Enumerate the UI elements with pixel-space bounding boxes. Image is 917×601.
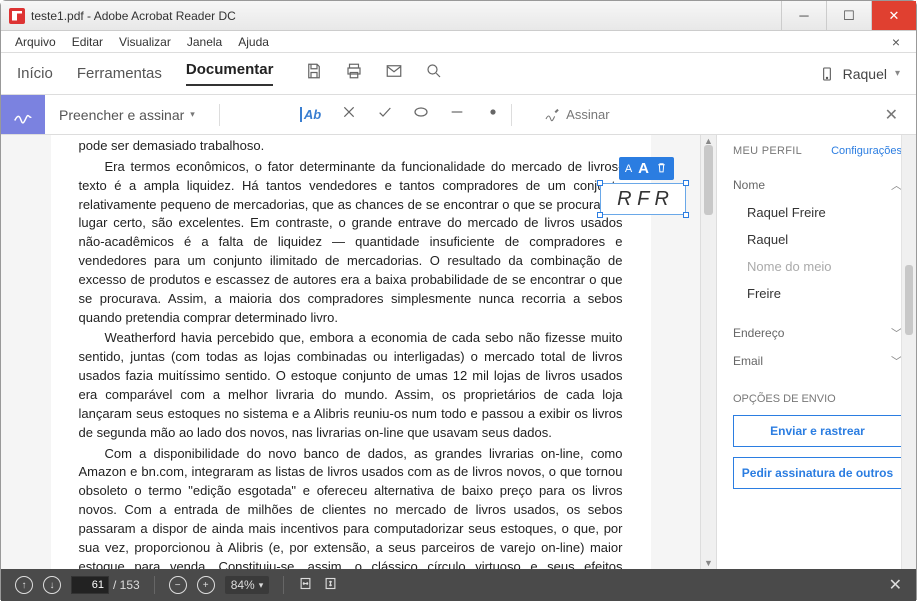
- menu-arquivo[interactable]: Arquivo: [7, 33, 64, 51]
- send-options-header: OPÇÕES DE ENVIO: [733, 393, 902, 405]
- zoom-out-button[interactable]: −: [169, 576, 187, 594]
- doc-paragraph: Era termos econômicos, o fator determina…: [79, 158, 623, 328]
- menu-ajuda[interactable]: Ajuda: [230, 33, 277, 51]
- menu-visualizar[interactable]: Visualizar: [111, 33, 179, 51]
- close-window-button[interactable]: ✕: [871, 1, 916, 30]
- doc-paragraph: Weatherford havia percebido que, embora …: [79, 329, 623, 442]
- nav-ferramentas[interactable]: Ferramentas: [77, 65, 162, 82]
- document-viewport[interactable]: pode ser demasiado trabalhoso. Era termo…: [1, 135, 716, 569]
- divider: [283, 576, 284, 594]
- request-signature-button[interactable]: Pedir assinatura de outros: [733, 457, 902, 489]
- panel-scrollbar[interactable]: [901, 135, 916, 569]
- scroll-thumb[interactable]: [704, 145, 713, 215]
- search-icon[interactable]: [425, 62, 443, 85]
- delete-signature-button[interactable]: [655, 161, 668, 177]
- page-number-input[interactable]: [71, 576, 109, 594]
- cross-tool[interactable]: [341, 104, 357, 125]
- settings-link[interactable]: Configurações: [831, 145, 902, 157]
- resize-handle[interactable]: [683, 212, 689, 218]
- user-name: Raquel: [843, 66, 887, 82]
- page-indicator: / 153: [71, 576, 140, 594]
- email-section-toggle[interactable]: Email ﹀: [733, 347, 902, 375]
- app-icon: [9, 8, 25, 24]
- first-name-field[interactable]: Raquel: [733, 226, 902, 253]
- doc-paragraph: Com a disponibilidade do novo banco de d…: [79, 445, 623, 570]
- check-tool[interactable]: [377, 104, 393, 125]
- increase-size-button[interactable]: A: [638, 160, 649, 177]
- chevron-down-icon: ▾: [895, 68, 900, 79]
- text-tool[interactable]: Ab: [300, 107, 321, 122]
- dot-tool[interactable]: [485, 104, 501, 125]
- user-menu[interactable]: Raquel ▾: [819, 66, 900, 82]
- fill-sign-dropdown[interactable]: Preencher e assinar: [45, 107, 209, 123]
- toolbar-icons: [305, 62, 443, 85]
- doc-paragraph: pode ser demasiado trabalhoso.: [79, 137, 623, 156]
- scroll-down-icon[interactable]: ▼: [701, 558, 716, 568]
- menu-editar[interactable]: Editar: [64, 33, 111, 51]
- zoom-in-button[interactable]: +: [197, 576, 215, 594]
- fill-sign-icon[interactable]: [1, 95, 45, 134]
- circle-tool[interactable]: [413, 104, 429, 125]
- nav-inicio[interactable]: Início: [17, 65, 53, 82]
- signature-edit-toolbar: A A: [619, 157, 674, 180]
- mobile-icon: [819, 66, 835, 82]
- divider: [511, 104, 512, 126]
- sign-button[interactable]: Assinar: [544, 107, 609, 123]
- middle-name-field[interactable]: Nome do meio: [733, 253, 902, 280]
- full-name-field[interactable]: Raquel Freire: [733, 199, 902, 226]
- menubar: Arquivo Editar Visualizar Janela Ajuda ×: [1, 31, 916, 53]
- send-track-button[interactable]: Enviar e rastrear: [733, 415, 902, 447]
- fill-sign-toolbar: Preencher e assinar Ab Assinar ✕: [1, 95, 916, 135]
- page-up-button[interactable]: ↑: [15, 576, 33, 594]
- decrease-size-button[interactable]: A: [625, 163, 632, 175]
- right-panel: MEU PERFIL Configurações Nome ︿ Raquel F…: [716, 135, 916, 569]
- page-down-button[interactable]: ↓: [43, 576, 61, 594]
- divider: [219, 104, 220, 126]
- resize-handle[interactable]: [597, 180, 603, 186]
- divider: [154, 576, 155, 594]
- page-total: / 153: [113, 578, 140, 592]
- signature-annotation[interactable]: R F R: [600, 183, 686, 215]
- save-icon[interactable]: [305, 62, 323, 85]
- fit-page-icon[interactable]: [323, 576, 338, 594]
- content-area: pode ser demasiado trabalhoso. Era termo…: [1, 135, 916, 569]
- window-controls: ─ ☐ ✕: [781, 1, 916, 30]
- topbar: Início Ferramentas Documentar Raquel ▾: [1, 53, 916, 95]
- zoom-dropdown[interactable]: 84% ▾: [225, 576, 270, 594]
- address-section-toggle[interactable]: Endereço ﹀: [733, 319, 902, 347]
- scroll-thumb[interactable]: [905, 265, 913, 335]
- menu-janela[interactable]: Janela: [179, 33, 230, 51]
- chevron-down-icon: ▾: [259, 580, 264, 591]
- print-icon[interactable]: [345, 62, 363, 85]
- fit-width-icon[interactable]: [298, 576, 313, 594]
- profile-header: MEU PERFIL: [733, 145, 802, 157]
- maximize-button[interactable]: ☐: [826, 1, 871, 30]
- line-tool[interactable]: [449, 104, 465, 125]
- window-titlebar: teste1.pdf - Adobe Acrobat Reader DC ─ ☐…: [1, 1, 916, 31]
- bottom-toolbar: ↑ ↓ / 153 − + 84% ▾ ✕: [1, 569, 916, 601]
- last-name-field[interactable]: Freire: [733, 280, 902, 307]
- annotation-tools: Ab: [300, 104, 501, 125]
- window-title: teste1.pdf - Adobe Acrobat Reader DC: [31, 9, 781, 23]
- minimize-button[interactable]: ─: [781, 1, 826, 30]
- close-menubar-icon[interactable]: ×: [884, 32, 908, 52]
- nav-documentar[interactable]: Documentar: [186, 61, 274, 86]
- resize-handle[interactable]: [597, 212, 603, 218]
- close-bottombar-icon[interactable]: ✕: [889, 575, 902, 595]
- mail-icon[interactable]: [385, 62, 403, 85]
- close-fillbar-icon[interactable]: ✕: [885, 105, 898, 125]
- resize-handle[interactable]: [683, 180, 689, 186]
- document-page: pode ser demasiado trabalhoso. Era termo…: [51, 135, 651, 569]
- document-scrollbar[interactable]: ▲ ▼: [700, 135, 716, 569]
- name-section-toggle[interactable]: Nome ︿: [733, 171, 902, 199]
